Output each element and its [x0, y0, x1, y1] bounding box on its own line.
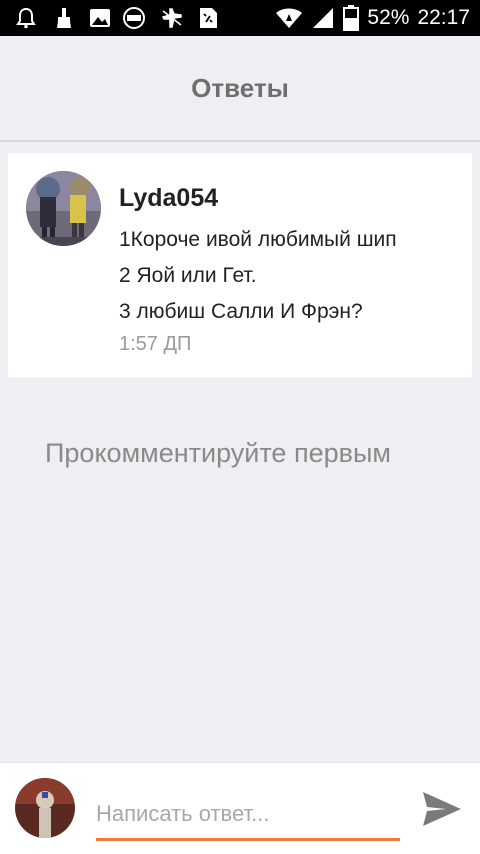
page-title: Ответы	[191, 73, 289, 103]
battery-icon	[343, 5, 360, 31]
wifi-icon	[276, 8, 303, 28]
comment-timestamp: 1:57 ДП	[119, 333, 192, 355]
comment-card[interactable]: Lyda054 1Короче ивой любимый шип 2 Яой и…	[8, 153, 472, 377]
airplane-icon	[161, 8, 182, 28]
author-name[interactable]: Lyda054	[119, 184, 218, 213]
sim-icon	[200, 8, 217, 28]
clock: 22:17	[417, 6, 470, 29]
image-icon	[90, 9, 110, 27]
empty-replies-message: Прокомментируйте первым	[45, 438, 391, 468]
status-bar: 52% 22:17	[0, 0, 480, 36]
battery-percent: 52%	[367, 6, 410, 29]
signal-icon	[313, 8, 334, 28]
reply-input[interactable]	[96, 789, 400, 841]
send-button[interactable]	[420, 787, 464, 831]
user-avatar[interactable]	[15, 778, 75, 838]
header: Ответы	[0, 36, 480, 142]
comment-text-line-2: 2 Яой или Гет.	[119, 264, 257, 287]
comment-text-line-1: 1Короче ивой любимый шип	[119, 228, 397, 251]
brush-icon	[57, 8, 71, 28]
comment-text-line-3: 3 любиш Салли И Фрэн?	[119, 300, 363, 323]
reply-composer	[0, 762, 480, 854]
bell-icon	[16, 7, 36, 29]
send-icon	[423, 792, 461, 826]
free-badge-icon	[123, 7, 145, 29]
author-avatar[interactable]	[26, 171, 101, 246]
